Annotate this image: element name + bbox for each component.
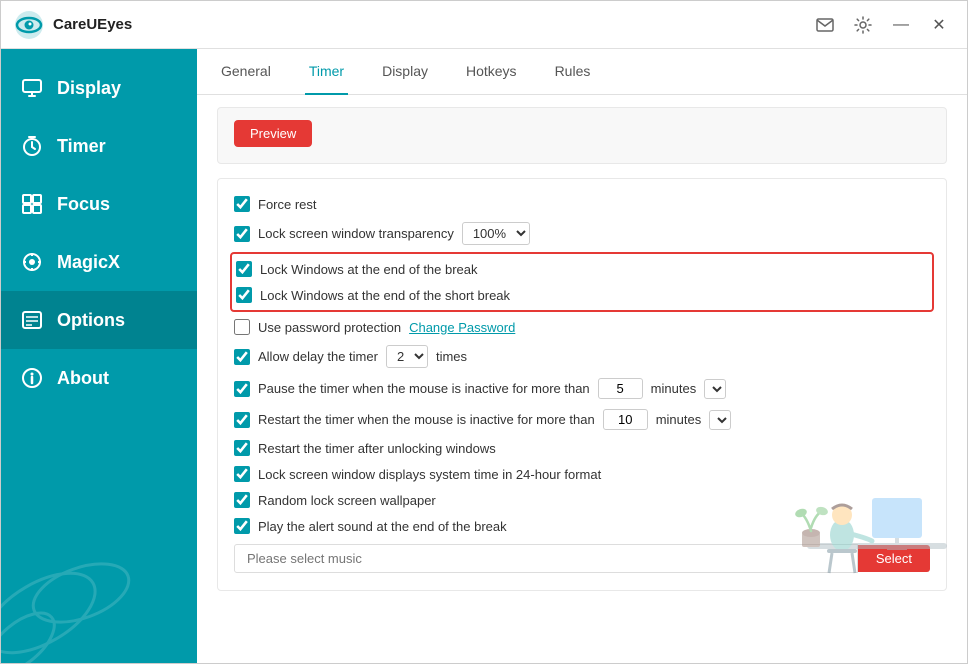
music-input[interactable]: [234, 544, 858, 573]
music-select-button[interactable]: Select: [858, 545, 930, 572]
content-panel: Preview Force rest Lock screen window tr…: [197, 95, 967, 663]
tabs-bar: General Timer Display Hotkeys Rules: [197, 49, 967, 95]
options-list: Force rest Lock screen window transparen…: [217, 178, 947, 591]
sidebar-label-focus: Focus: [57, 194, 110, 215]
magicx-icon: [21, 251, 43, 273]
title-bar: CareUEyes — ✕: [1, 1, 967, 49]
restart-mouse-unit: minutes: [656, 412, 702, 427]
main-area: Display Timer: [1, 49, 967, 663]
lock-end-short-checkbox[interactable]: [236, 287, 252, 303]
option-force-rest: Force rest: [234, 191, 930, 217]
allow-delay-label-after: times: [436, 349, 467, 364]
lock-end-break-checkbox[interactable]: [236, 261, 252, 277]
option-password-protection: Use password protection Change Password: [234, 314, 930, 340]
pause-mouse-unit-dropdown[interactable]: ▾: [704, 379, 726, 399]
pause-mouse-checkbox[interactable]: [234, 381, 250, 397]
restart-mouse-checkbox[interactable]: [234, 412, 250, 428]
transparency-dropdown[interactable]: 100% 75% 50%: [462, 222, 530, 245]
app-logo-icon: [13, 9, 45, 41]
options-icon: [21, 309, 43, 331]
lock-end-short-label: Lock Windows at the end of the short bre…: [260, 288, 510, 303]
display-icon: [21, 77, 43, 99]
option-play-alert: Play the alert sound at the end of the b…: [234, 513, 930, 539]
sidebar-label-magicx: MagicX: [57, 252, 120, 273]
sidebar-label-options: Options: [57, 310, 125, 331]
sidebar-decoration: [1, 463, 197, 663]
music-row: Select: [234, 539, 930, 578]
option-lock-24h: Lock screen window displays system time …: [234, 461, 930, 487]
title-controls: — ✕: [809, 9, 955, 41]
sidebar-item-focus[interactable]: Focus: [1, 175, 197, 233]
restart-unlock-label: Restart the timer after unlocking window…: [258, 441, 496, 456]
restart-mouse-input[interactable]: [603, 409, 648, 430]
restart-unlock-checkbox[interactable]: [234, 440, 250, 456]
lock-24h-checkbox[interactable]: [234, 466, 250, 482]
allow-delay-label-before: Allow delay the timer: [258, 349, 378, 364]
play-alert-label: Play the alert sound at the end of the b…: [258, 519, 507, 534]
option-restart-mouse: Restart the timer when the mouse is inac…: [234, 404, 930, 435]
highlight-box: Lock Windows at the end of the break Loc…: [230, 252, 934, 312]
sidebar-item-timer[interactable]: Timer: [1, 117, 197, 175]
option-random-wallpaper: Random lock screen wallpaper: [234, 487, 930, 513]
play-alert-checkbox[interactable]: [234, 518, 250, 534]
close-button[interactable]: ✕: [923, 9, 955, 41]
app-title: CareUEyes: [53, 16, 132, 33]
tab-timer[interactable]: Timer: [305, 49, 348, 95]
option-allow-delay: Allow delay the timer 2 1 3 5 times: [234, 340, 930, 373]
pause-mouse-unit: minutes: [651, 381, 697, 396]
tab-hotkeys[interactable]: Hotkeys: [462, 49, 521, 95]
pause-mouse-label: Pause the timer when the mouse is inacti…: [258, 381, 590, 396]
sidebar-item-display[interactable]: Display: [1, 59, 197, 117]
option-lock-transparency: Lock screen window transparency 100% 75%…: [234, 217, 930, 250]
tab-general[interactable]: General: [217, 49, 275, 95]
change-password-button[interactable]: Change Password: [409, 320, 515, 335]
restart-mouse-label: Restart the timer when the mouse is inac…: [258, 412, 595, 427]
password-protection-checkbox[interactable]: [234, 319, 250, 335]
random-wallpaper-checkbox[interactable]: [234, 492, 250, 508]
content-area: General Timer Display Hotkeys Rules: [197, 49, 967, 663]
delay-times-dropdown[interactable]: 2 1 3 5: [386, 345, 428, 368]
email-icon: [816, 18, 834, 32]
allow-delay-checkbox[interactable]: [234, 349, 250, 365]
password-protection-label: Use password protection: [258, 320, 401, 335]
option-lock-end-short: Lock Windows at the end of the short bre…: [236, 282, 928, 308]
option-lock-end-break: Lock Windows at the end of the break: [236, 256, 928, 282]
sidebar-item-magicx[interactable]: MagicX: [1, 233, 197, 291]
minimize-icon: —: [893, 16, 909, 34]
option-restart-unlock: Restart the timer after unlocking window…: [234, 435, 930, 461]
title-left: CareUEyes: [13, 9, 132, 41]
tab-display[interactable]: Display: [378, 49, 432, 95]
restart-mouse-unit-dropdown[interactable]: ▾: [709, 410, 731, 430]
lock-transparency-label: Lock screen window transparency: [258, 226, 454, 241]
lock-end-break-label: Lock Windows at the end of the break: [260, 262, 478, 277]
email-button[interactable]: [809, 9, 841, 41]
pause-mouse-input[interactable]: [598, 378, 643, 399]
sidebar-label-timer: Timer: [57, 136, 106, 157]
app-window: CareUEyes — ✕: [0, 0, 968, 664]
close-icon: ✕: [932, 15, 945, 35]
sidebar: Display Timer: [1, 49, 197, 663]
settings-button[interactable]: [847, 9, 879, 41]
tab-rules[interactable]: Rules: [551, 49, 595, 95]
lock-transparency-checkbox[interactable]: [234, 226, 250, 242]
option-pause-mouse: Pause the timer when the mouse is inacti…: [234, 373, 930, 404]
focus-icon: [21, 193, 43, 215]
sidebar-item-options[interactable]: Options: [1, 291, 197, 349]
sidebar-label-display: Display: [57, 78, 121, 99]
preview-button[interactable]: Preview: [234, 120, 312, 147]
random-wallpaper-label: Random lock screen wallpaper: [258, 493, 436, 508]
sidebar-label-about: About: [57, 368, 109, 389]
force-rest-checkbox[interactable]: [234, 196, 250, 212]
force-rest-label: Force rest: [258, 197, 317, 212]
about-icon: [21, 367, 43, 389]
timer-icon: [21, 135, 43, 157]
sidebar-item-about[interactable]: About: [1, 349, 197, 407]
gear-icon: [854, 16, 872, 34]
minimize-button[interactable]: —: [885, 9, 917, 41]
preview-section: Preview: [217, 107, 947, 164]
lock-24h-label: Lock screen window displays system time …: [258, 467, 601, 482]
